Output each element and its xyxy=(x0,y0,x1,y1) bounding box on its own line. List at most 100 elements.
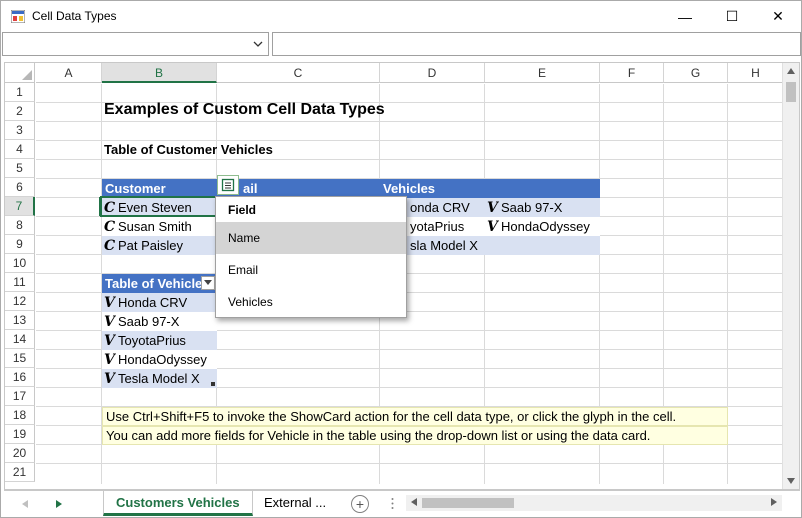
scroll-up-icon[interactable] xyxy=(786,67,796,75)
vehicle-glyph-icon[interactable]: V xyxy=(487,218,501,236)
row-header-12[interactable]: 12 xyxy=(5,292,35,311)
table2-item[interactable]: V ToyotaPrius xyxy=(104,331,186,350)
table2-header[interactable]: Table of Vehicle xyxy=(102,274,217,293)
vehicle-name: Tesla Model X xyxy=(118,371,200,386)
scroll-left-icon[interactable] xyxy=(410,497,418,507)
sheet-tab-bar: Customers Vehicles External ... + xyxy=(4,490,800,516)
select-all-corner[interactable] xyxy=(5,63,35,83)
column-header-b[interactable]: B xyxy=(102,63,217,83)
field-popup: Field Name Email Vehicles xyxy=(215,196,407,318)
splitter-handle-icon[interactable] xyxy=(391,497,394,510)
row-header-14[interactable]: 14 xyxy=(5,330,35,349)
window-title: Cell Data Types xyxy=(32,9,117,23)
vehicle-glyph-icon[interactable]: V xyxy=(487,199,501,217)
horizontal-scrollbar[interactable] xyxy=(406,495,782,511)
row-header-7[interactable]: 7 xyxy=(5,197,35,216)
customer-glyph-icon[interactable]: C xyxy=(104,237,118,255)
row-header-3[interactable]: 3 xyxy=(5,121,35,140)
tab-customers-vehicles[interactable]: Customers Vehicles xyxy=(103,491,253,516)
maximize-icon: ☐ xyxy=(725,8,739,24)
vehicle-name: Saab 97-X xyxy=(501,200,563,215)
row-header-5[interactable]: 5 xyxy=(5,159,35,178)
customer-cell[interactable]: C Pat Paisley xyxy=(104,236,183,255)
vehicle-cell[interactable]: yotaPrius xyxy=(410,217,464,236)
customer-name: Pat Paisley xyxy=(118,238,184,253)
minimize-button[interactable]: — xyxy=(662,1,708,32)
vehicle-cell[interactable]: onda CRV xyxy=(410,198,470,217)
row-header-20[interactable]: 20 xyxy=(5,444,35,463)
close-button[interactable]: ✕ xyxy=(755,1,801,32)
column-header-e[interactable]: E xyxy=(485,63,600,83)
note-row-1: Use Ctrl+Shift+F5 to invoke the ShowCard… xyxy=(102,407,728,426)
data-card-icon xyxy=(221,178,235,192)
row-header-15[interactable]: 15 xyxy=(5,349,35,368)
row-header-19[interactable]: 19 xyxy=(5,425,35,444)
table2-item[interactable]: V Saab 97-X xyxy=(104,312,179,331)
active-cell-selection xyxy=(100,196,217,217)
vehicle-glyph-icon[interactable]: V xyxy=(104,370,118,388)
row-header-6[interactable]: 6 xyxy=(5,178,35,197)
name-box[interactable] xyxy=(2,32,269,56)
vehicle-glyph-icon[interactable]: V xyxy=(104,294,118,312)
vehicle-cell[interactable]: V Saab 97-X xyxy=(487,198,562,217)
horizontal-scroll-thumb[interactable] xyxy=(422,498,514,508)
show-card-button[interactable] xyxy=(217,175,239,195)
popup-item-name[interactable]: Name xyxy=(216,222,406,254)
table1-header-vehicles[interactable]: Vehicles xyxy=(380,179,600,198)
vehicle-cell[interactable]: V HondaOdyssey xyxy=(487,217,590,236)
customer-name: Susan Smith xyxy=(118,219,192,234)
row-header-11[interactable]: 11 xyxy=(5,273,35,292)
vertical-scrollbar[interactable] xyxy=(782,63,799,489)
customer-glyph-icon[interactable]: C xyxy=(104,218,118,236)
row-header-17[interactable]: 17 xyxy=(5,387,35,406)
row-header-4[interactable]: 4 xyxy=(5,140,35,159)
row-header-8[interactable]: 8 xyxy=(5,216,35,235)
tab-external[interactable]: External ... xyxy=(252,491,338,516)
column-header-f[interactable]: F xyxy=(600,63,664,83)
row-header-2[interactable]: 2 xyxy=(5,102,35,121)
popup-item-email[interactable]: Email xyxy=(216,254,406,286)
customer-cell[interactable]: C Susan Smith xyxy=(104,217,192,236)
row-header-18[interactable]: 18 xyxy=(5,406,35,425)
chevron-down-icon[interactable] xyxy=(253,38,263,52)
tab-next-icon[interactable] xyxy=(56,500,62,508)
scroll-right-icon[interactable] xyxy=(770,497,778,507)
vehicle-cell[interactable]: sla Model X xyxy=(410,236,478,255)
dropdown-arrow-icon xyxy=(204,280,212,285)
row-header-16[interactable]: 16 xyxy=(5,368,35,387)
row-header-13[interactable]: 13 xyxy=(5,311,35,330)
row-header-10[interactable]: 10 xyxy=(5,254,35,273)
table2-item[interactable]: V HondaOdyssey xyxy=(104,350,207,369)
table2-item[interactable]: V Tesla Model X xyxy=(104,369,200,388)
title-bar: Cell Data Types — ☐ ✕ xyxy=(1,1,801,32)
vertical-scroll-thumb[interactable] xyxy=(786,82,796,102)
add-sheet-button[interactable]: + xyxy=(351,495,369,513)
table2-filter-dropdown[interactable] xyxy=(201,276,215,290)
table-resize-handle[interactable] xyxy=(211,382,215,386)
formula-bar xyxy=(1,32,801,58)
vehicle-name: Saab 97-X xyxy=(118,314,180,329)
vehicle-glyph-icon[interactable]: V xyxy=(104,351,118,369)
column-header-c[interactable]: C xyxy=(217,63,380,83)
column-header-g[interactable]: G xyxy=(664,63,728,83)
scroll-down-icon[interactable] xyxy=(786,477,796,485)
vehicle-glyph-icon[interactable]: V xyxy=(104,313,118,331)
row-header-1[interactable]: 1 xyxy=(5,83,35,102)
vehicle-glyph-icon[interactable]: V xyxy=(104,332,118,350)
column-header-d[interactable]: D xyxy=(380,63,485,83)
table2-item[interactable]: V Honda CRV xyxy=(104,293,187,312)
maximize-button[interactable]: ☐ xyxy=(709,1,755,32)
column-header-h[interactable]: H xyxy=(728,63,784,83)
tab-prev-icon[interactable] xyxy=(22,500,28,508)
column-header-a[interactable]: A xyxy=(36,63,102,83)
cells-region[interactable]: Examples of Custom Cell Data Types Table… xyxy=(36,84,796,484)
row-header-21[interactable]: 21 xyxy=(5,463,35,482)
popup-item-vehicles[interactable]: Vehicles xyxy=(216,286,406,318)
sheet-title: Examples of Custom Cell Data Types xyxy=(104,101,385,118)
formula-input[interactable] xyxy=(272,32,801,56)
vehicle-name: Honda CRV xyxy=(118,295,188,310)
app-icon xyxy=(11,10,25,23)
plus-icon: + xyxy=(355,496,365,512)
row-header-9[interactable]: 9 xyxy=(5,235,35,254)
table1-caption: Table of Customer Vehicles xyxy=(104,142,273,157)
